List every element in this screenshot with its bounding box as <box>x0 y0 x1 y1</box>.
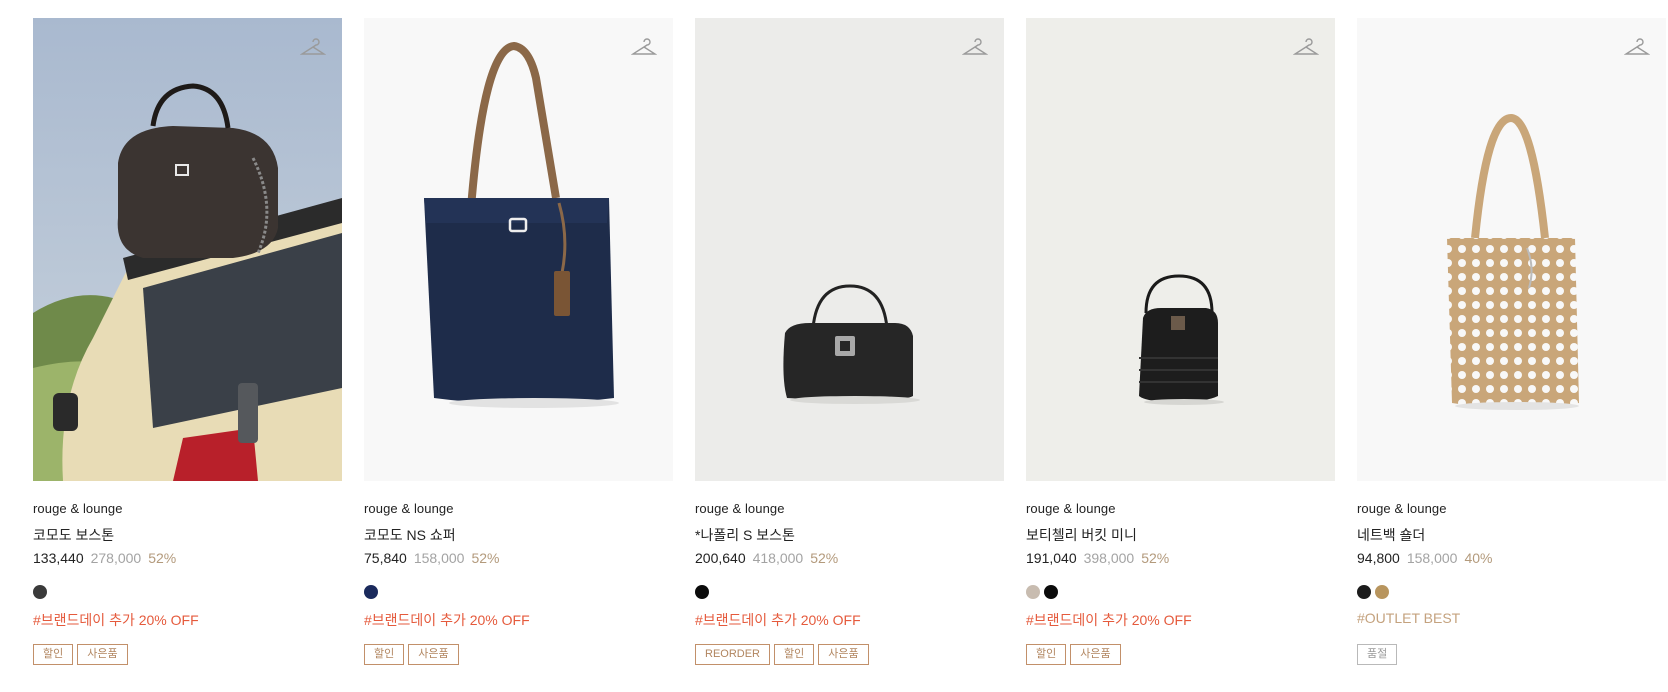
promo-text: #브랜드데이 추가 20% OFF <box>695 612 861 628</box>
product-photo <box>424 41 619 408</box>
promo-text: #브랜드데이 추가 20% OFF <box>33 612 199 628</box>
product-card[interactable]: rouge & lounge 보티첼리 버킷 미니 191,040 398,000… <box>1026 18 1335 665</box>
tag-list: 할인 사은품 <box>1026 644 1335 665</box>
tag-list: 품절 <box>1357 644 1666 665</box>
tag-reorder: REORDER <box>695 644 771 665</box>
product-image-boston-car[interactable] <box>33 18 342 481</box>
price-row: 133,440 278,000 52% <box>33 550 342 568</box>
color-swatch[interactable] <box>1375 585 1389 599</box>
brand-label: rouge & lounge <box>695 501 785 516</box>
sale-price: 75,840 <box>364 550 407 566</box>
product-name[interactable]: 보티첼리 버킷 미니 <box>1026 525 1335 543</box>
tag-sale: 할인 <box>364 644 405 665</box>
product-name[interactable]: 코모도 NS 쇼퍼 <box>364 525 673 543</box>
brand-label: rouge & lounge <box>33 501 123 516</box>
product-photo <box>783 284 920 404</box>
hanger-icon[interactable] <box>631 34 657 60</box>
color-swatch[interactable] <box>1357 585 1371 599</box>
color-swatches <box>364 585 673 600</box>
product-card[interactable]: rouge & lounge *나폴리 S 보스톤 200,640 418,000… <box>695 18 1004 665</box>
product-photo <box>1447 113 1579 410</box>
discount-rate: 52% <box>148 550 177 566</box>
product-name[interactable]: 네트백 숄더 <box>1357 525 1666 543</box>
tag-list: REORDER 할인 사은품 <box>695 644 1004 665</box>
product-image-napoli-boston[interactable] <box>695 18 1004 481</box>
product-name[interactable]: 코모도 보스톤 <box>33 525 342 543</box>
hanger-icon[interactable] <box>1293 34 1319 60</box>
tag-list: 할인 사은품 <box>33 644 342 665</box>
price-row: 200,640 418,000 52% <box>695 550 1004 568</box>
sale-price: 200,640 <box>695 550 746 566</box>
sale-price: 133,440 <box>33 550 84 566</box>
tag-gift: 사은품 <box>77 644 128 665</box>
price-row: 75,840 158,000 52% <box>364 550 673 568</box>
product-card[interactable]: rouge & lounge 네트백 숄더 94,800 158,000 40% #… <box>1357 18 1666 665</box>
price-row: 94,800 158,000 40% <box>1357 550 1666 568</box>
discount-rate: 40% <box>1464 550 1493 566</box>
color-swatch[interactable] <box>33 585 47 599</box>
hanger-icon[interactable] <box>962 34 988 60</box>
color-swatches <box>1357 585 1666 600</box>
sale-price: 94,800 <box>1357 550 1400 566</box>
discount-rate: 52% <box>471 550 500 566</box>
hanger-icon[interactable] <box>1624 34 1650 60</box>
color-swatches <box>33 585 342 600</box>
product-card[interactable]: rouge & lounge 코모도 NS 쇼퍼 75,840 158,000 52… <box>364 18 673 665</box>
original-price: 278,000 <box>90 550 142 566</box>
color-swatch[interactable] <box>695 585 709 599</box>
color-swatch[interactable] <box>1026 585 1040 599</box>
discount-rate: 52% <box>810 550 839 566</box>
product-card[interactable]: rouge & lounge 코모도 보스톤 133,440 278,000 52%… <box>33 18 342 665</box>
hanger-icon[interactable] <box>300 34 326 60</box>
tag-sale: 할인 <box>774 644 815 665</box>
tag-soldout: 품절 <box>1357 644 1398 665</box>
original-price: 398,000 <box>1083 550 1135 566</box>
brand-label: rouge & lounge <box>364 501 454 516</box>
product-image-net-bag[interactable] <box>1357 18 1666 481</box>
tag-gift: 사은품 <box>1070 644 1121 665</box>
original-price: 158,000 <box>1406 550 1458 566</box>
promo-text: #브랜드데이 추가 20% OFF <box>1026 612 1192 628</box>
product-image-ns-shopper[interactable] <box>364 18 673 481</box>
color-swatch[interactable] <box>364 585 378 599</box>
brand-label: rouge & lounge <box>1026 501 1116 516</box>
tag-gift: 사은품 <box>408 644 459 665</box>
promo-text: #OUTLET BEST <box>1357 610 1461 626</box>
tag-list: 할인 사은품 <box>364 644 673 665</box>
original-price: 418,000 <box>752 550 804 566</box>
product-photo <box>33 18 342 481</box>
color-swatch[interactable] <box>1044 585 1058 599</box>
original-price: 158,000 <box>413 550 465 566</box>
color-swatches <box>695 585 1004 600</box>
product-photo <box>1139 274 1224 405</box>
promo-text: #브랜드데이 추가 20% OFF <box>364 612 530 628</box>
discount-rate: 52% <box>1141 550 1170 566</box>
price-row: 191,040 398,000 52% <box>1026 550 1335 568</box>
product-grid: rouge & lounge 코모도 보스톤 133,440 278,000 52%… <box>33 18 1666 665</box>
tag-gift: 사은품 <box>818 644 869 665</box>
tag-sale: 할인 <box>33 644 74 665</box>
sale-price: 191,040 <box>1026 550 1077 566</box>
product-name[interactable]: *나폴리 S 보스톤 <box>695 525 1004 543</box>
brand-label: rouge & lounge <box>1357 501 1447 516</box>
tag-sale: 할인 <box>1026 644 1067 665</box>
product-image-bucket-mini[interactable] <box>1026 18 1335 481</box>
color-swatches <box>1026 585 1335 600</box>
